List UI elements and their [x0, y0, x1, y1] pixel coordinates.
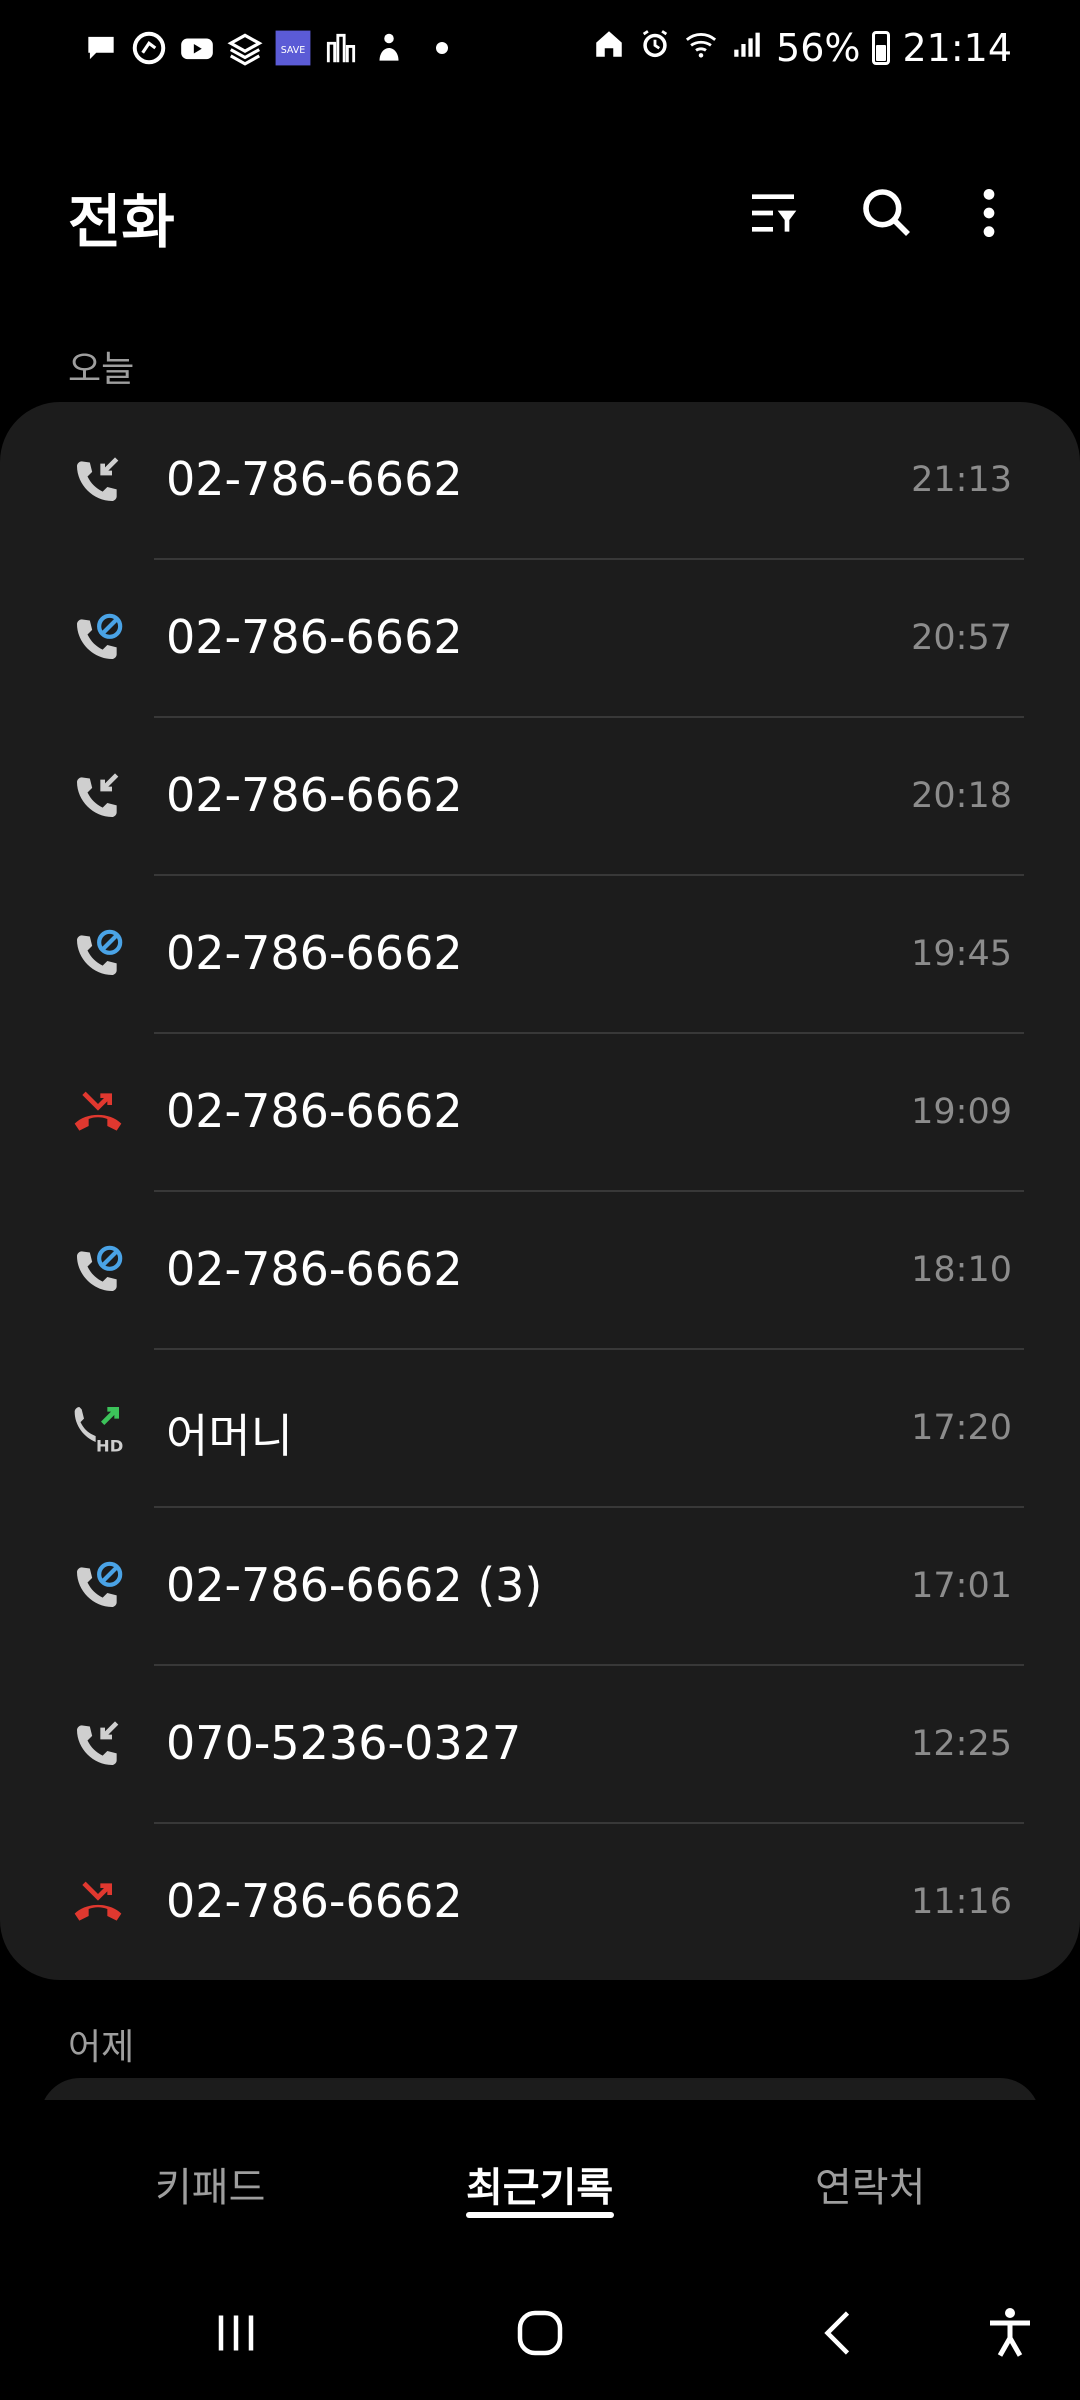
call-time: 18:10	[911, 1250, 1012, 1290]
call-time: 20:57	[911, 618, 1012, 658]
svg-text:SAVE: SAVE	[281, 45, 306, 56]
call-row[interactable]: 02-786-6662 20:57	[0, 560, 1080, 718]
system-status: 56% 21:14	[592, 22, 1012, 74]
incoming-call-icon	[70, 1716, 126, 1772]
active-tab-indicator	[466, 2212, 614, 2218]
section-yesterday: 어제	[68, 2027, 135, 2068]
incoming-call-icon	[70, 452, 126, 508]
call-time: 19:45	[911, 934, 1012, 974]
outgoing-hd-call-icon: HD	[70, 1400, 126, 1456]
call-time: 11:16	[911, 1882, 1012, 1922]
call-time: 21:13	[911, 460, 1012, 500]
signal-icon	[730, 26, 764, 70]
svg-text:HD: HD	[96, 1436, 123, 1455]
call-name: 070-5236-0327	[166, 1716, 522, 1770]
accessibility-icon	[990, 2308, 1030, 2357]
figure-icon	[370, 29, 408, 67]
back-button[interactable]	[800, 2300, 880, 2366]
battery-percent: 56%	[776, 26, 861, 70]
accessibility-button[interactable]	[970, 2300, 1050, 2366]
call-name: 02-786-6662	[166, 1084, 463, 1138]
call-row[interactable]: 02-786-6662 19:45	[0, 876, 1080, 1034]
save-app-icon: SAVE	[274, 29, 312, 67]
tab-keypad[interactable]: 키패드	[155, 2155, 265, 2213]
call-time: 12:25	[911, 1724, 1012, 1764]
stack-icon	[226, 29, 264, 67]
call-name: 어머니	[166, 1409, 293, 1463]
call-row[interactable]: 02-786-6662 21:13	[0, 402, 1080, 560]
call-name: 02-786-6662 (3)	[166, 1558, 543, 1612]
notification-icons: SAVE	[82, 22, 448, 74]
back-chevron-icon	[824, 2311, 850, 2355]
call-row[interactable]: 02-786-6662 11:16	[0, 1824, 1080, 1980]
blocked-call-icon	[70, 610, 126, 666]
buildings-icon	[322, 29, 360, 67]
recent-apps-icon	[218, 2315, 254, 2351]
wifi-icon	[684, 26, 718, 70]
call-time: 17:01	[911, 1566, 1012, 1606]
home-outline-icon	[517, 2310, 563, 2356]
call-time: 17:20	[911, 1408, 1012, 1448]
call-name: 02-786-6662	[166, 1242, 463, 1296]
messenger-icon	[130, 29, 168, 67]
call-name: 02-786-6662	[166, 452, 463, 506]
call-name: 02-786-6662	[166, 1874, 463, 1928]
more-vert-icon	[983, 188, 995, 238]
call-row[interactable]: 070-5236-0327 12:25	[0, 1666, 1080, 1824]
call-row[interactable]: 02-786-6662 (3) 17:01	[0, 1508, 1080, 1666]
alarm-icon	[638, 26, 672, 70]
call-name: 02-786-6662	[166, 926, 463, 980]
incoming-call-icon	[70, 768, 126, 824]
call-row[interactable]: 02-786-6662 18:10	[0, 1192, 1080, 1350]
search-icon	[863, 189, 910, 236]
missed-call-icon	[70, 1084, 126, 1140]
home-icon	[592, 26, 626, 70]
recent-calls-card: 02-786-6662 21:13 02-786-6662 20:57 02-7…	[0, 402, 1080, 1980]
blocked-call-icon	[70, 1558, 126, 1614]
blocked-call-icon	[70, 1242, 126, 1298]
status-bar: SAVE 56% 21:14	[0, 0, 1080, 96]
youtube-icon	[178, 29, 216, 67]
more-options-button[interactable]	[956, 180, 1022, 246]
call-row[interactable]: 02-786-6662 20:18	[0, 718, 1080, 876]
filter-button[interactable]	[740, 180, 806, 246]
recent-apps-button[interactable]	[196, 2300, 276, 2366]
search-button[interactable]	[854, 180, 920, 246]
call-time: 20:18	[911, 776, 1012, 816]
call-time: 19:09	[911, 1092, 1012, 1132]
blocked-call-icon	[70, 926, 126, 982]
filter-list-icon	[752, 194, 797, 232]
home-button[interactable]	[500, 2300, 580, 2366]
section-today: 오늘	[68, 349, 135, 390]
tab-recents[interactable]: 최근기록	[466, 2155, 613, 2213]
call-row[interactable]: 02-786-6662 19:09	[0, 1034, 1080, 1192]
missed-call-icon	[70, 1874, 126, 1930]
call-name: 02-786-6662	[166, 610, 463, 664]
more-notifications-dot	[436, 42, 448, 54]
call-row[interactable]: HD 어머니 17:20	[0, 1350, 1080, 1508]
call-name: 02-786-6662	[166, 768, 463, 822]
clock: 21:14	[902, 26, 1012, 70]
battery-icon	[872, 31, 891, 65]
chat-bubble-icon	[82, 29, 120, 67]
page-title: 전화	[68, 188, 175, 256]
tab-contacts[interactable]: 연락처	[815, 2155, 925, 2213]
